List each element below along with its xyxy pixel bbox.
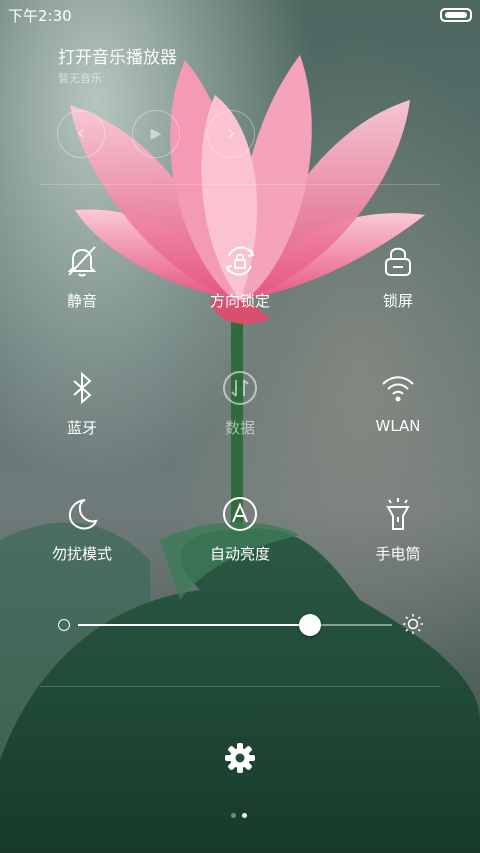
toggle-label: 手电筒 [375, 545, 421, 563]
sun-icon [403, 614, 423, 634]
flashlight-icon [386, 498, 410, 530]
lock-icon [385, 247, 411, 276]
toggle-label: 锁屏 [382, 292, 413, 310]
music-title[interactable]: 打开音乐播放器 [58, 43, 177, 68]
toggle-label: 自动亮度 [209, 545, 270, 563]
toggle-label: 静音 [66, 292, 97, 310]
slider-track[interactable] [78, 624, 392, 626]
next-button[interactable]: › [207, 110, 255, 158]
moon-icon [68, 499, 98, 530]
toggle-mobile-data[interactable]: 数据 [185, 369, 295, 438]
status-time: 下午2:30 [8, 7, 72, 25]
toggle-wlan[interactable]: WLAN [343, 369, 453, 435]
chevron-right-icon: › [226, 121, 236, 146]
toggle-label: WLAN [375, 417, 421, 435]
toggle-bluetooth[interactable]: 蓝牙 [27, 369, 137, 438]
toggle-label: 数据 [224, 419, 255, 437]
mobile-data-icon [223, 371, 257, 405]
page-dot [231, 813, 236, 818]
toggle-label: 蓝牙 [66, 419, 97, 437]
toggle-label: 方向锁定 [209, 292, 270, 310]
toggle-auto-brightness[interactable]: 自动亮度 [185, 495, 295, 564]
toggle-label: 勿扰模式 [51, 545, 112, 563]
toggle-silent[interactable]: 静音 [27, 242, 137, 311]
toggle-rotation-lock[interactable]: 方向锁定 [185, 242, 295, 311]
toggle-flashlight[interactable]: 手电筒 [343, 495, 453, 564]
page-dot [242, 813, 247, 818]
wifi-icon [382, 376, 414, 402]
divider [40, 184, 440, 185]
battery-icon [440, 8, 472, 22]
auto-brightness-icon [223, 497, 257, 531]
play-button[interactable]: ▸ [132, 110, 180, 158]
divider [40, 686, 440, 687]
silent-bell-icon [67, 246, 97, 277]
rotation-lock-icon [225, 246, 255, 276]
bluetooth-icon [73, 371, 92, 405]
toggle-do-not-disturb[interactable]: 勿扰模式 [27, 495, 137, 564]
status-bar: 下午2:30 [0, 0, 480, 28]
chevron-left-icon: ‹ [76, 121, 86, 146]
slider-fill [78, 624, 311, 626]
play-icon: ▸ [150, 121, 162, 146]
page-indicator [231, 813, 251, 819]
brightness-low-icon [58, 619, 70, 631]
gear-icon[interactable] [224, 742, 256, 774]
previous-button[interactable]: ‹ [57, 110, 105, 158]
music-subtitle: 暂无音乐 [58, 72, 102, 85]
toggle-lock-screen[interactable]: 锁屏 [343, 242, 453, 311]
